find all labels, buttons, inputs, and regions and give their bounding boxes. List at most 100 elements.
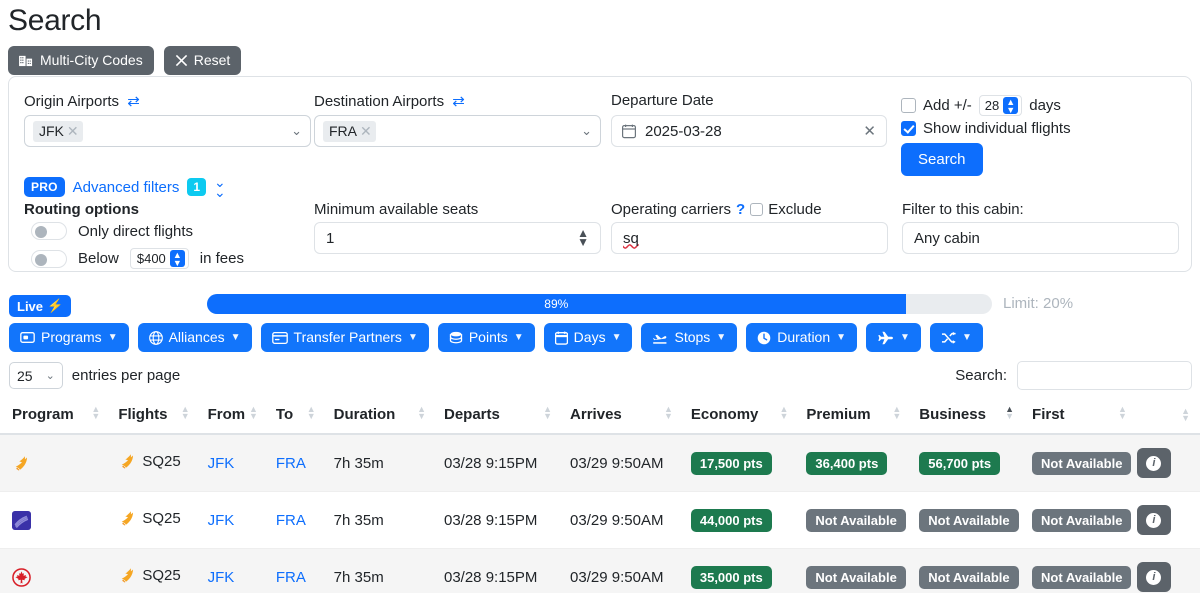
table-header-business[interactable]: Business ▲ ▼	[911, 398, 1025, 435]
destination-chevron-down-icon[interactable]: ⌄	[581, 123, 592, 139]
table-header-economy[interactable]: Economy ▲ ▼	[682, 398, 799, 435]
from-airport-link[interactable]: JFK	[208, 512, 235, 529]
sort-arrows-icon[interactable]: ▲ ▼	[249, 405, 268, 421]
table-header-premium[interactable]: Premium ▲ ▼	[798, 398, 912, 435]
show-individual-flights-checkbox[interactable]	[901, 121, 916, 136]
operating-carriers-input[interactable]: sq	[611, 222, 888, 254]
premium-badge[interactable]: Not Available	[806, 508, 906, 532]
destination-token[interactable]: FRA ✕	[323, 120, 376, 142]
first-badge[interactable]: Not Available	[1032, 565, 1132, 589]
table-header-label: From	[207, 406, 246, 423]
filter-button-points[interactable]: Points ▼	[437, 323, 535, 353]
min-seats-input[interactable]: 1 ▲ ▼	[314, 222, 601, 254]
to-airport-link[interactable]: FRA	[276, 512, 306, 529]
economy-badge[interactable]: 17,500 pts	[690, 451, 772, 475]
table-header-first[interactable]: First ▲ ▼	[1024, 398, 1137, 435]
table-row[interactable]: SQ25 JFK FRA 7h 35m 03/28 9:15PM 03/29 9:50AM…	[0, 491, 1200, 549]
table-search-input[interactable]	[1017, 361, 1192, 390]
business-badge[interactable]: Not Available	[919, 508, 1019, 532]
only-direct-flights-toggle[interactable]	[31, 222, 67, 240]
help-icon[interactable]: ?	[736, 201, 745, 218]
first-badge[interactable]: Not Available	[1032, 508, 1132, 532]
table-header-program[interactable]: Program ▲ ▼	[0, 398, 111, 435]
destination-airports-select[interactable]: FRA ✕ ⌄	[314, 115, 601, 147]
origin-token[interactable]: JFK ✕	[33, 120, 83, 142]
from-airport-link[interactable]: JFK	[208, 455, 235, 472]
business-badge[interactable]: 56,700 pts	[919, 451, 1001, 475]
sort-arrows-icon[interactable]: ▲ ▼	[1005, 405, 1024, 421]
sort-arrows-icon[interactable]: ▲ ▼	[307, 405, 326, 421]
table-header-to[interactable]: To ▲ ▼	[267, 398, 326, 435]
table-header-flights[interactable]: Flights ▲ ▼	[110, 398, 200, 435]
to-airport-link[interactable]: FRA	[276, 569, 306, 586]
min-seats-spin-icon[interactable]: ▲ ▼	[577, 227, 589, 248]
cabin-filter-select[interactable]: Any cabin	[902, 222, 1179, 254]
table-header-departs[interactable]: Departs ▲ ▼	[435, 398, 563, 435]
swap-origin-icon[interactable]: ⇄	[127, 93, 140, 110]
entries-per-page-select[interactable]: 25 ⌄	[9, 362, 63, 389]
table-header-arrives[interactable]: Arrives ▲ ▼	[562, 398, 683, 435]
table-header-actions[interactable]: ▲ ▼	[1136, 398, 1200, 435]
filter-button-transfer-partners[interactable]: Transfer Partners ▼	[260, 323, 429, 353]
row-info-button[interactable]: i	[1136, 505, 1171, 535]
to-airport-link[interactable]: FRA	[276, 455, 306, 472]
show-individual-flights-row[interactable]: Show individual flights	[901, 120, 1071, 137]
origin-chevron-down-icon[interactable]: ⌄	[291, 123, 302, 139]
swap-destination-icon[interactable]: ⇄	[452, 93, 465, 110]
row-info-button[interactable]: i	[1136, 562, 1171, 592]
filter-button-shuffle[interactable]: ▼	[929, 323, 983, 353]
table-row[interactable]: SQ25 JFK FRA 7h 35m 03/28 9:15PM 03/29 9:50AM…	[0, 548, 1200, 593]
origin-token-remove-icon[interactable]: ✕	[67, 123, 79, 140]
destination-token-remove-icon[interactable]: ✕	[360, 123, 372, 140]
exclude-checkbox[interactable]	[750, 203, 764, 216]
advanced-filters-link[interactable]: Advanced filters	[73, 179, 180, 196]
table-header-from[interactable]: From ▲ ▼	[199, 398, 268, 435]
sort-arrows-icon[interactable]: ▲ ▼	[780, 405, 799, 421]
from-airport-link[interactable]: JFK	[208, 569, 235, 586]
departure-date-clear-icon[interactable]: ✕	[863, 122, 876, 140]
add-days-checkbox[interactable]	[901, 98, 916, 113]
filter-button-days[interactable]: Days ▼	[543, 323, 633, 353]
search-button[interactable]: Search	[901, 143, 983, 176]
below-fees-toggle[interactable]	[31, 249, 67, 268]
reset-button[interactable]: Reset	[163, 46, 242, 76]
chevron-double-down-icon[interactable]: ⌄ ⌄	[214, 175, 226, 199]
filter-button-duration[interactable]: Duration ▼	[746, 323, 858, 353]
filter-button-programs[interactable]: Programs ▼	[9, 323, 129, 353]
economy-badge[interactable]: 35,000 pts	[690, 565, 772, 589]
premium-badge[interactable]: 36,400 pts	[806, 451, 888, 475]
flight-number-cell: SQ25	[110, 548, 200, 593]
sort-arrows-icon[interactable]: ▲ ▼	[543, 405, 562, 421]
departure-date-input[interactable]: 2025-03-28 ✕	[611, 115, 887, 147]
sort-arrows-icon[interactable]: ▲ ▼	[181, 405, 200, 421]
table-header-label: Duration	[333, 406, 396, 423]
sort-arrows-icon[interactable]: ▲ ▼	[417, 405, 436, 421]
economy-badge[interactable]: 44,000 pts	[690, 508, 772, 532]
filter-button-plane[interactable]: ▼	[866, 323, 921, 353]
sort-arrows-icon[interactable]: ▲ ▼	[1181, 406, 1200, 422]
add-days-spin-icon[interactable]: ▲ ▼	[1003, 97, 1019, 115]
filter-button-label: Alliances	[168, 329, 225, 345]
sort-arrows-icon[interactable]: ▲ ▼	[892, 405, 911, 421]
advanced-filters-row[interactable]: PRO Advanced filters 1 ⌄ ⌄	[24, 175, 226, 199]
table-row[interactable]: SQ25 JFK FRA 7h 35m 03/28 9:15PM 03/29 9:50AM…	[0, 434, 1200, 492]
filter-button-alliances[interactable]: Alliances ▼	[137, 323, 252, 353]
only-direct-flights-row[interactable]: Only direct flights	[31, 222, 193, 240]
economy-price-cell: 35,000 pts	[682, 548, 799, 593]
add-days-stepper[interactable]: 28 ▲ ▼	[978, 95, 1023, 116]
multi-city-codes-button[interactable]: Multi-City Codes	[8, 46, 154, 76]
below-fees-row[interactable]: Below $400 ▲ ▼ in fees	[31, 248, 244, 269]
fees-spin-icon[interactable]: ▲ ▼	[169, 250, 185, 268]
table-header-duration[interactable]: Duration ▲ ▼	[325, 398, 436, 435]
business-badge[interactable]: Not Available	[919, 565, 1019, 589]
singapore-airlines-logo	[12, 454, 110, 473]
fees-stepper[interactable]: $400 ▲ ▼	[129, 248, 189, 269]
filter-button-stops[interactable]: Stops ▼	[641, 323, 738, 353]
sort-arrows-icon[interactable]: ▲ ▼	[664, 405, 683, 421]
origin-airports-select[interactable]: JFK ✕ ⌄	[24, 115, 311, 147]
sort-arrows-icon[interactable]: ▲ ▼	[1118, 405, 1137, 421]
first-badge[interactable]: Not Available	[1032, 451, 1132, 475]
premium-badge[interactable]: Not Available	[806, 565, 906, 589]
row-info-button[interactable]: i	[1136, 448, 1171, 478]
sort-arrows-icon[interactable]: ▲ ▼	[91, 405, 110, 421]
